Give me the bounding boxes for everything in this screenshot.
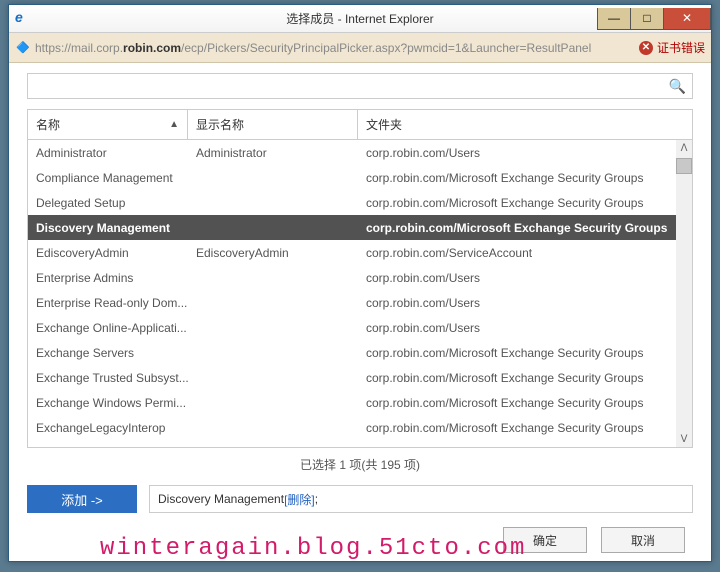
cell-display — [188, 197, 358, 209]
favicon-icon: 🔷 — [15, 40, 31, 56]
table-row[interactable]: EdiscoveryAdminEdiscoveryAdmincorp.robin… — [28, 240, 692, 265]
cell-folder: corp.robin.com/Users — [358, 315, 692, 341]
cell-display — [188, 372, 358, 384]
dialog-content: 🔍 名称 ▲ 显示名称 文件夹 AdministratorAdministrat… — [9, 63, 711, 561]
close-button[interactable]: ✕ — [663, 8, 711, 30]
table-row[interactable]: Exchange Trusted Subsyst... corp.robin.co… — [28, 365, 692, 390]
cell-name: Exchange Servers — [28, 340, 188, 366]
table-row[interactable]: Enterprise Admins corp.robin.com/Users — [28, 265, 692, 290]
add-button[interactable]: 添加 -> — [27, 485, 137, 513]
scroll-up-icon[interactable]: ᐱ — [676, 140, 692, 156]
window-title: 选择成员 - Internet Explorer — [286, 10, 433, 27]
cell-folder: corp.robin.com/Users — [358, 265, 692, 291]
scrollbar-track[interactable]: ᐱ ᐯ — [676, 140, 692, 447]
cell-name: Enterprise Read-only Dom... — [28, 290, 188, 316]
col-name[interactable]: 名称 ▲ — [28, 110, 188, 139]
cell-folder: corp.robin.com/Microsoft Exchange Securi… — [358, 215, 692, 241]
minimize-button[interactable]: — — [597, 8, 631, 30]
ie-icon: e — [15, 9, 35, 29]
cell-folder: corp.robin.com/Microsoft Exchange Securi… — [358, 340, 692, 366]
cancel-button[interactable]: 取消 — [601, 527, 685, 553]
col-display-label: 显示名称 — [196, 116, 244, 133]
table-header: 名称 ▲ 显示名称 文件夹 — [28, 110, 692, 140]
cell-name: Exchange Windows Permi... — [28, 390, 188, 416]
cell-folder: corp.robin.com/Microsoft Exchange Securi… — [358, 415, 692, 441]
cell-display — [188, 297, 358, 309]
scroll-thumb[interactable] — [676, 158, 692, 174]
col-folder-label: 文件夹 — [366, 116, 402, 133]
table-row[interactable]: Exchange Servers corp.robin.com/Microsoft… — [28, 340, 692, 365]
table-row[interactable]: Enterprise Read-only Dom... corp.robin.co… — [28, 290, 692, 315]
cell-name: Delegated Setup — [28, 190, 188, 216]
url-text: https://mail.corp.robin.com/ecp/Pickers/… — [35, 41, 639, 55]
table-body: AdministratorAdministratorcorp.robin.com… — [28, 140, 692, 447]
url-domain: robin.com — [123, 41, 181, 55]
cell-display — [188, 397, 358, 409]
col-folder[interactable]: 文件夹 — [358, 110, 692, 139]
url-pre: https://mail.corp. — [35, 41, 123, 55]
cell-name: EdiscoveryAdmin — [28, 240, 188, 266]
col-display[interactable]: 显示名称 — [188, 110, 358, 139]
cell-folder: corp.robin.com/Microsoft Exchange Securi… — [358, 365, 692, 391]
cell-name: Exchange Online-Applicati... — [28, 315, 188, 341]
cell-folder: corp.robin.com/Microsoft Exchange Securi… — [358, 190, 692, 216]
cell-display — [188, 322, 358, 334]
search-input[interactable]: 🔍 — [27, 73, 693, 99]
cell-display: Administrator — [188, 140, 358, 166]
window-controls: — □ ✕ — [598, 8, 711, 30]
cell-name: ExchangeLegacyInterop — [28, 415, 188, 441]
cell-display — [188, 347, 358, 359]
cell-folder: corp.robin.com/Users — [358, 290, 692, 316]
cell-folder: corp.robin.com/ServiceAccount — [358, 240, 692, 266]
address-bar[interactable]: 🔷 https://mail.corp.robin.com/ecp/Picker… — [9, 33, 711, 63]
cell-display — [188, 222, 358, 234]
cert-error-text: 证书错误 — [657, 39, 705, 56]
cell-display — [188, 172, 358, 184]
dialog-buttons: 确定 取消 — [27, 527, 693, 553]
url-post: /ecp/Pickers/SecurityPrincipalPicker.asp… — [181, 41, 591, 55]
add-row: 添加 -> Discovery Management [删除]; — [27, 485, 693, 513]
alert-icon: ✕ — [639, 41, 653, 55]
table-row[interactable]: Compliance Management corp.robin.com/Micr… — [28, 165, 692, 190]
search-icon[interactable]: 🔍 — [669, 78, 686, 95]
table-row[interactable]: Exchange Online-Applicati... corp.robin.c… — [28, 315, 692, 340]
cell-name: Compliance Management — [28, 165, 188, 191]
cell-name: Administrator — [28, 140, 188, 166]
cell-folder: corp.robin.com/Microsoft Exchange Securi… — [358, 390, 692, 416]
scroll-down-icon[interactable]: ᐯ — [676, 431, 692, 447]
selected-item-text: Discovery Management — [158, 492, 284, 506]
cert-error[interactable]: ✕ 证书错误 — [639, 39, 705, 56]
cell-folder: corp.robin.com/Users — [358, 140, 692, 166]
titlebar[interactable]: e 选择成员 - Internet Explorer — □ ✕ — [9, 5, 711, 33]
table-row[interactable]: Delegated Setup corp.robin.com/Microsoft … — [28, 190, 692, 215]
maximize-button[interactable]: □ — [630, 8, 664, 30]
members-table: 名称 ▲ 显示名称 文件夹 AdministratorAdministrator… — [27, 109, 693, 448]
cell-display — [188, 272, 358, 284]
cell-display — [188, 422, 358, 434]
ie-window: e 选择成员 - Internet Explorer — □ ✕ 🔷 https… — [8, 4, 712, 562]
remove-link[interactable]: [删除] — [284, 491, 315, 508]
cell-name: Enterprise Admins — [28, 265, 188, 291]
selected-members-box[interactable]: Discovery Management [删除]; — [149, 485, 693, 513]
ok-button[interactable]: 确定 — [503, 527, 587, 553]
cell-name: Exchange Trusted Subsyst... — [28, 365, 188, 391]
cell-name: Discovery Management — [28, 215, 188, 241]
cell-folder: corp.robin.com/Microsoft Exchange Securi… — [358, 165, 692, 191]
semicolon: ; — [315, 492, 318, 506]
cell-display: EdiscoveryAdmin — [188, 240, 358, 266]
sort-asc-icon: ▲ — [169, 119, 179, 130]
table-row[interactable]: AdministratorAdministratorcorp.robin.com… — [28, 140, 692, 165]
table-row[interactable]: Discovery Management corp.robin.com/Micro… — [28, 215, 692, 240]
col-name-label: 名称 — [36, 116, 60, 133]
table-row[interactable]: Exchange Windows Permi... corp.robin.com/… — [28, 390, 692, 415]
table-row[interactable]: ExchangeLegacyInterop corp.robin.com/Micr… — [28, 415, 692, 440]
status-text: 已选择 1 项(共 195 项) — [27, 448, 693, 485]
